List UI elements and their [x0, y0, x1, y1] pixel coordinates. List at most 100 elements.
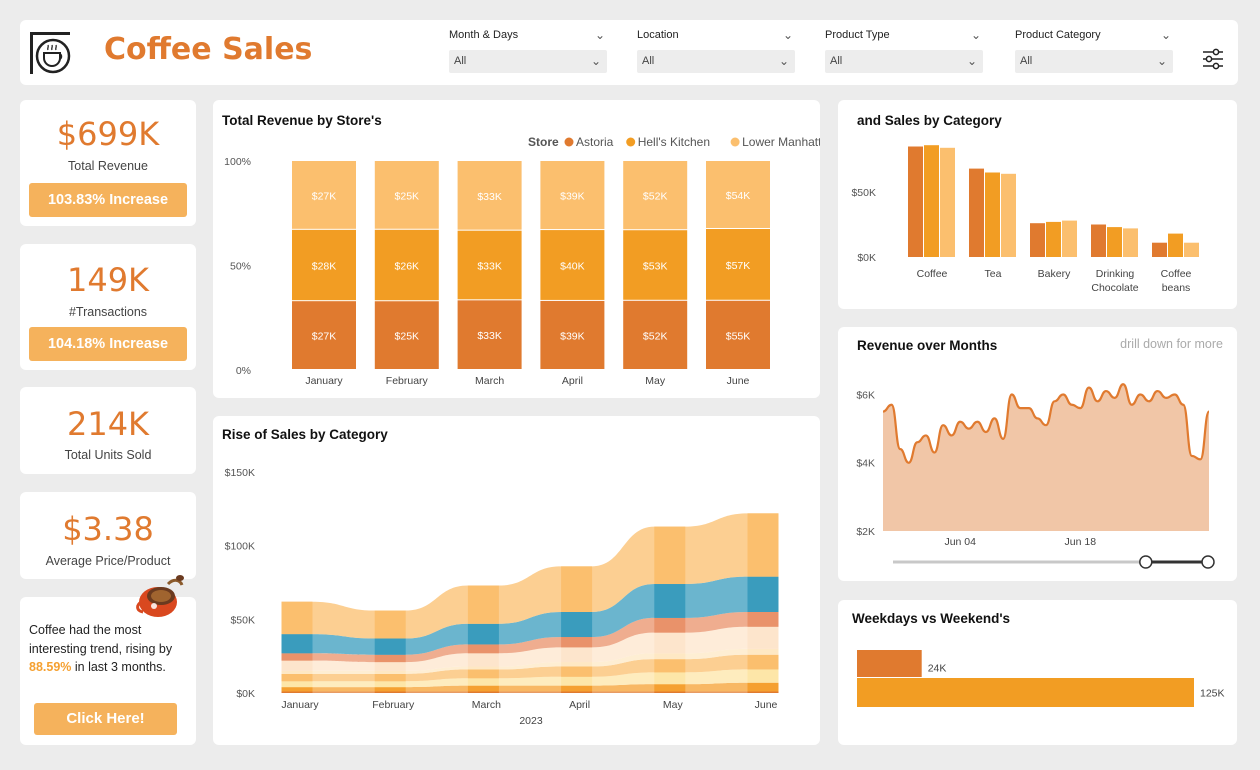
ribbon-column: [281, 681, 313, 688]
bar: [1091, 224, 1106, 257]
y-tick-label: 0%: [236, 365, 251, 377]
weekday-weekend-card: Weekdays vs Weekend's 24K 125K: [838, 600, 1237, 745]
bar: [1001, 173, 1016, 257]
data-label: $52K: [643, 330, 668, 342]
filter-label: Product Type: [825, 29, 890, 41]
x-tick-label: April: [569, 699, 590, 711]
bar: [985, 172, 1000, 257]
filter-value: All: [454, 55, 467, 67]
filter-product-type[interactable]: Product Type ⌄ All ⌄: [825, 27, 983, 73]
data-label: $25K: [395, 190, 420, 202]
ribbon-column: [654, 632, 686, 654]
legend-marker: [730, 137, 740, 147]
x-tick-label: April: [562, 375, 583, 387]
kpi-value: $3.38: [62, 510, 154, 548]
chevron-down-icon[interactable]: ⌄: [783, 27, 793, 43]
bar: [1046, 221, 1061, 257]
x-tick-label: February: [372, 699, 415, 711]
ribbon-column: [281, 687, 313, 692]
chevron-down-icon: ⌄: [966, 54, 977, 68]
ribbon-layer: [281, 691, 779, 693]
revenue-months-chart: $2K $4K $6K Jun 04 Jun 18: [856, 383, 1215, 569]
x-tick-label: Coffee: [917, 268, 948, 280]
ribbon-column: [747, 648, 779, 655]
ribbon-column: [654, 584, 686, 618]
kpi-badge: 104.18% Increase: [29, 327, 187, 361]
ribbon-column: [654, 617, 686, 633]
y-tick-label: $50K: [230, 614, 255, 626]
filter-value: All: [642, 55, 655, 67]
filter-product-category[interactable]: Product Category ⌄ All ⌄: [1015, 27, 1173, 73]
ribbon-column: [747, 612, 779, 627]
ribbon-column: [747, 654, 779, 670]
filter-location[interactable]: Location ⌄ All ⌄: [637, 27, 795, 73]
range-slider-handle[interactable]: [1139, 555, 1153, 569]
y-tick-label: $150K: [225, 467, 255, 479]
y-tick-label: $50K: [851, 187, 876, 199]
bar: [908, 146, 923, 257]
ribbon-column: [374, 687, 406, 692]
y-tick-label: 100%: [224, 156, 251, 168]
ribbon-column: [467, 685, 499, 692]
chevron-down-icon[interactable]: ⌄: [971, 27, 981, 43]
bar: [1062, 220, 1077, 257]
legend-entry: Hell's Kitchen: [638, 135, 710, 149]
y-tick-label: $0K: [857, 252, 876, 264]
y-tick-label: $100K: [225, 541, 255, 553]
filter-dropdown[interactable]: All ⌄: [1015, 50, 1173, 73]
ribbon-column: [747, 576, 779, 612]
x-tick-label: Bakery: [1038, 268, 1071, 280]
filter-dropdown[interactable]: All ⌄: [825, 50, 983, 73]
ribbon-column: [747, 513, 779, 577]
store-revenue-chart: Store Astoria Hell's Kitchen Lower Manhatta…: [224, 135, 820, 387]
filter-month-days[interactable]: Month & Days ⌄ All ⌄: [449, 27, 607, 73]
store-revenue-card: Total Revenue by Store's Store Astoria Hel…: [213, 100, 820, 398]
insight-text: Coffee had the most interesting trend, r…: [29, 621, 184, 677]
data-label: $52K: [643, 191, 668, 203]
data-label: $40K: [560, 261, 585, 273]
filter-value: All: [1020, 55, 1033, 67]
legend-title: Store: [528, 135, 559, 149]
ribbon-column: [654, 672, 686, 685]
kpi-badge: 103.83% Increase: [29, 183, 187, 217]
kpi-value: $699K: [56, 115, 160, 153]
filter-dropdown[interactable]: All ⌄: [637, 50, 795, 73]
kpi-average-price: $3.38 Average Price/Product: [20, 492, 196, 579]
data-label: $55K: [726, 330, 751, 342]
y-tick-label: $0K: [236, 688, 255, 700]
x-tick-label: January: [281, 699, 319, 711]
range-slider-handle[interactable]: [1201, 555, 1215, 569]
data-label: $33K: [477, 191, 502, 203]
ribbon-column: [374, 638, 406, 655]
kpi-label: Total Units Sold: [64, 448, 152, 462]
data-label: $57K: [726, 260, 751, 272]
ribbon-column: [374, 670, 406, 674]
x-tick-label: March: [472, 699, 501, 711]
chevron-down-icon: ⌄: [590, 54, 601, 68]
data-label: 125K: [1200, 688, 1225, 700]
ribbon-column: [467, 666, 499, 670]
data-label: $25K: [395, 331, 420, 343]
y-tick-label: $6K: [856, 389, 875, 401]
x-tick-label: January: [305, 375, 343, 387]
click-here-button[interactable]: Click Here!: [34, 703, 177, 735]
filter-settings-icon[interactable]: [1201, 48, 1225, 70]
y-tick-label: $2K: [856, 526, 875, 538]
ribbon-column: [654, 526, 686, 585]
ribbon-column: [654, 691, 686, 693]
ribbon-column: [374, 681, 406, 688]
filter-dropdown[interactable]: All ⌄: [449, 50, 607, 73]
bar: [857, 678, 1194, 707]
chevron-down-icon[interactable]: ⌄: [595, 27, 605, 43]
ribbon-column: [561, 666, 593, 677]
data-label: $53K: [643, 261, 668, 273]
ribbon-column: [561, 662, 593, 667]
bar: [1107, 227, 1122, 257]
filter-label: Product Category: [1015, 29, 1101, 41]
chevron-down-icon[interactable]: ⌄: [1161, 27, 1171, 43]
y-tick-label: 50%: [230, 261, 251, 273]
legend-entry: Lower Manhattan: [742, 135, 820, 149]
category-sales-chart: $0K $50K Coffee Tea Bakery Drinking Chocolate C…: [851, 145, 1199, 294]
data-label: $26K: [395, 261, 420, 273]
x-tick-label: beans: [1162, 282, 1191, 294]
